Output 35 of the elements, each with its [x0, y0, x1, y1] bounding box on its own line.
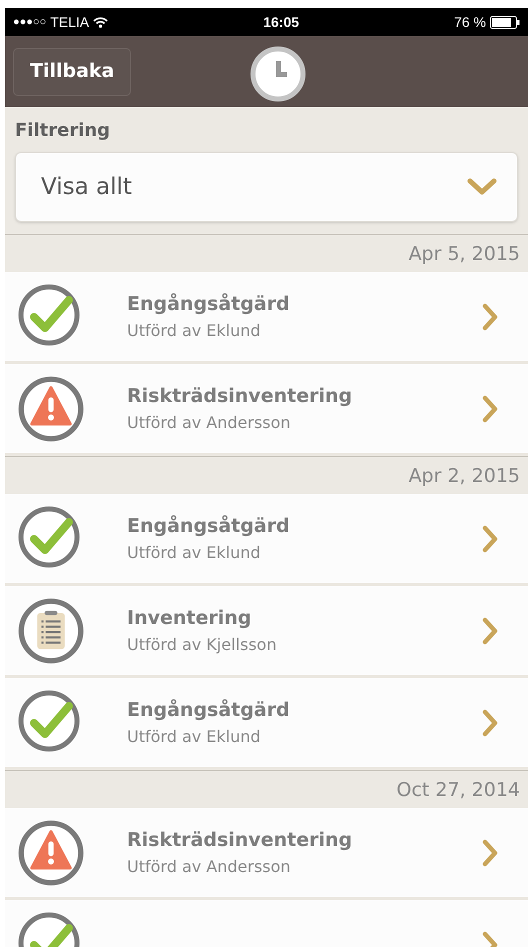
carrier-name: TELIA [50, 12, 90, 32]
battery-icon [490, 16, 520, 28]
date-header: Apr 2, 2015 [408, 464, 520, 488]
filter-dropdown[interactable]: Visa allt [15, 152, 518, 222]
clipboard-icon [17, 596, 85, 664]
battery-percent: 76 % [454, 12, 486, 32]
clock-icon [250, 46, 306, 102]
row-subtitle: Utförd av Andersson [127, 856, 292, 878]
chevron-right-icon [482, 708, 498, 736]
chevron-right-icon [482, 524, 498, 552]
row-title: Engångsåtgärd [127, 514, 291, 540]
wifi-icon [93, 16, 108, 28]
date-header: Apr 5, 2015 [408, 242, 520, 266]
chevron-right-icon [482, 394, 498, 422]
clock-time: 16:05 [263, 12, 300, 32]
row-title: Inventering [127, 606, 252, 632]
row-title: Riskträdsinventering [127, 384, 354, 410]
back-button[interactable]: Tillbaka [13, 48, 132, 96]
signal-strength: ●●●○○ [13, 14, 46, 30]
chevron-right-icon [482, 838, 498, 866]
row-title: Engångsåtgärd [127, 698, 291, 724]
row-subtitle: Utförd av Andersson [127, 412, 292, 434]
row-subtitle: Utförd av Eklund [127, 542, 262, 564]
row-subtitle: Utförd av Kjellsson [127, 634, 278, 656]
date-header: Oct 27, 2014 [396, 778, 520, 802]
chevron-right-icon [482, 616, 498, 644]
row-subtitle: Utförd av Eklund [127, 726, 262, 748]
chevron-down-icon [467, 178, 497, 196]
filter-label: Filtrering [15, 119, 112, 143]
chevron-right-icon [482, 302, 498, 330]
warning-icon [17, 374, 85, 442]
row-title: Engångsåtgärd [127, 292, 291, 318]
row-subtitle: Utförd av Eklund [127, 320, 262, 342]
row-title: Riskträdsinventering [127, 828, 354, 854]
warning-icon [17, 818, 85, 886]
